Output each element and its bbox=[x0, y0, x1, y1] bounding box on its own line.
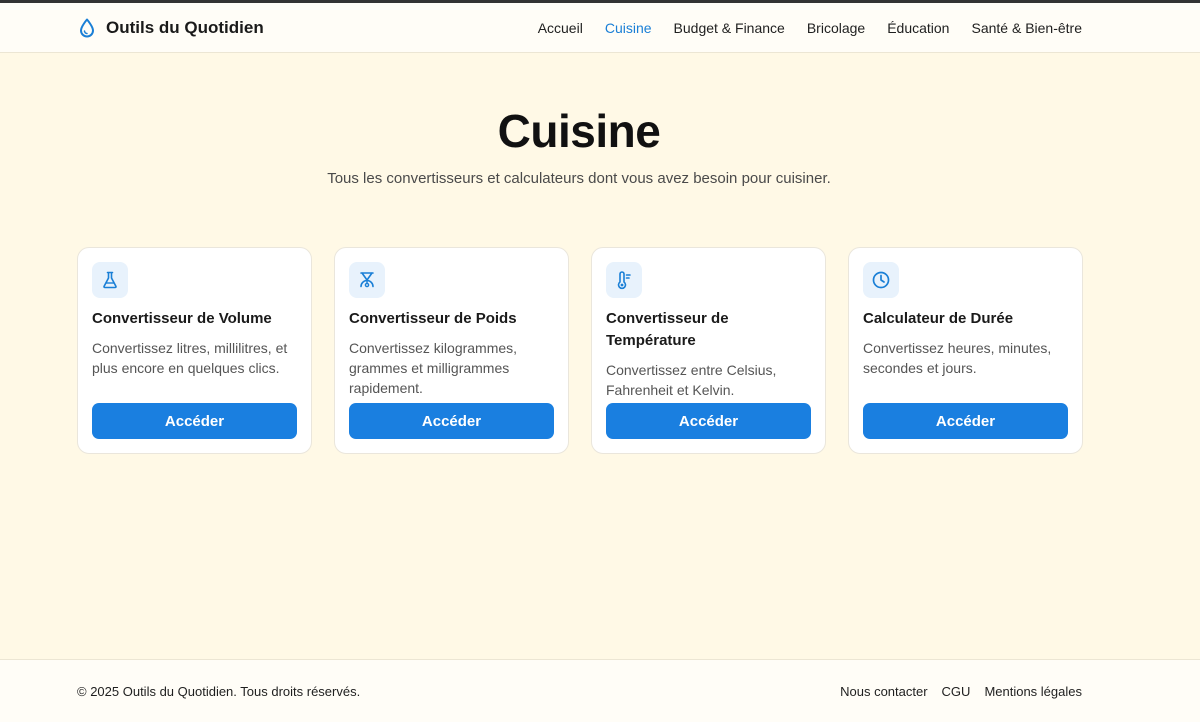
nav-item-education[interactable]: Éducation bbox=[887, 20, 949, 36]
nav-item-budget-finance[interactable]: Budget & Finance bbox=[674, 20, 785, 36]
card-title: Convertisseur de Température bbox=[606, 310, 729, 349]
card-description: Convertissez entre Celsius, Fahrenheit e… bbox=[606, 362, 777, 398]
copyright: © 2025 Outils du Quotidien. Tous droits … bbox=[77, 683, 361, 699]
site-header: Outils du Quotidien Accueil Cuisine Budg… bbox=[0, 3, 1200, 53]
site-footer: © 2025 Outils du Quotidien. Tous droits … bbox=[0, 659, 1200, 722]
card-title: Convertisseur de Volume bbox=[92, 310, 272, 327]
card-volume-converter: Convertisseur de Volume Convertissez lit… bbox=[77, 247, 312, 454]
card-title: Convertisseur de Poids bbox=[349, 310, 517, 327]
card-description: Convertissez litres, millilitres, et plu… bbox=[92, 340, 288, 376]
access-temperature-button[interactable]: Accéder bbox=[606, 403, 811, 439]
flask-icon bbox=[92, 262, 128, 298]
access-volume-button[interactable]: Accéder bbox=[92, 403, 297, 439]
footer-links: Nous contacter CGU Mentions légales bbox=[840, 684, 1082, 699]
nav-item-sante-bien-etre[interactable]: Santé & Bien-être bbox=[971, 20, 1082, 36]
card-temperature-converter: Convertisseur de Température Convertisse… bbox=[591, 247, 826, 454]
nav-item-cuisine[interactable]: Cuisine bbox=[605, 20, 652, 36]
footer-link-legal[interactable]: Mentions légales bbox=[984, 684, 1082, 699]
hero: Cuisine Tous les convertisseurs et calcu… bbox=[0, 104, 1200, 187]
card-duration-calculator: Calculateur de Durée Convertissez heures… bbox=[848, 247, 1083, 454]
tool-cards: Convertisseur de Volume Convertissez lit… bbox=[77, 247, 1083, 454]
thermometer-icon bbox=[606, 262, 642, 298]
page-subtitle: Tous les convertisseurs et calculateurs … bbox=[327, 170, 831, 187]
nav-item-accueil[interactable]: Accueil bbox=[538, 20, 583, 36]
footer-link-contact[interactable]: Nous contacter bbox=[840, 684, 927, 699]
scale-icon bbox=[349, 262, 385, 298]
droplet-icon bbox=[78, 18, 96, 38]
access-duration-button[interactable]: Accéder bbox=[863, 403, 1068, 439]
card-weight-converter: Convertisseur de Poids Convertissez kilo… bbox=[334, 247, 569, 454]
page-title: Cuisine bbox=[497, 105, 661, 157]
card-description: Convertissez heures, minutes, secondes e… bbox=[863, 340, 1052, 376]
access-weight-button[interactable]: Accéder bbox=[349, 403, 554, 439]
main-nav: Accueil Cuisine Budget & Finance Bricola… bbox=[538, 20, 1082, 36]
brand[interactable]: Outils du Quotidien bbox=[78, 18, 264, 38]
footer-link-cgu[interactable]: CGU bbox=[942, 684, 971, 699]
clock-icon bbox=[863, 262, 899, 298]
nav-item-bricolage[interactable]: Bricolage bbox=[807, 20, 865, 36]
card-description: Convertissez kilogrammes, grammes et mil… bbox=[349, 340, 518, 396]
card-title: Calculateur de Durée bbox=[863, 310, 1014, 327]
brand-name: Outils du Quotidien bbox=[106, 17, 264, 37]
